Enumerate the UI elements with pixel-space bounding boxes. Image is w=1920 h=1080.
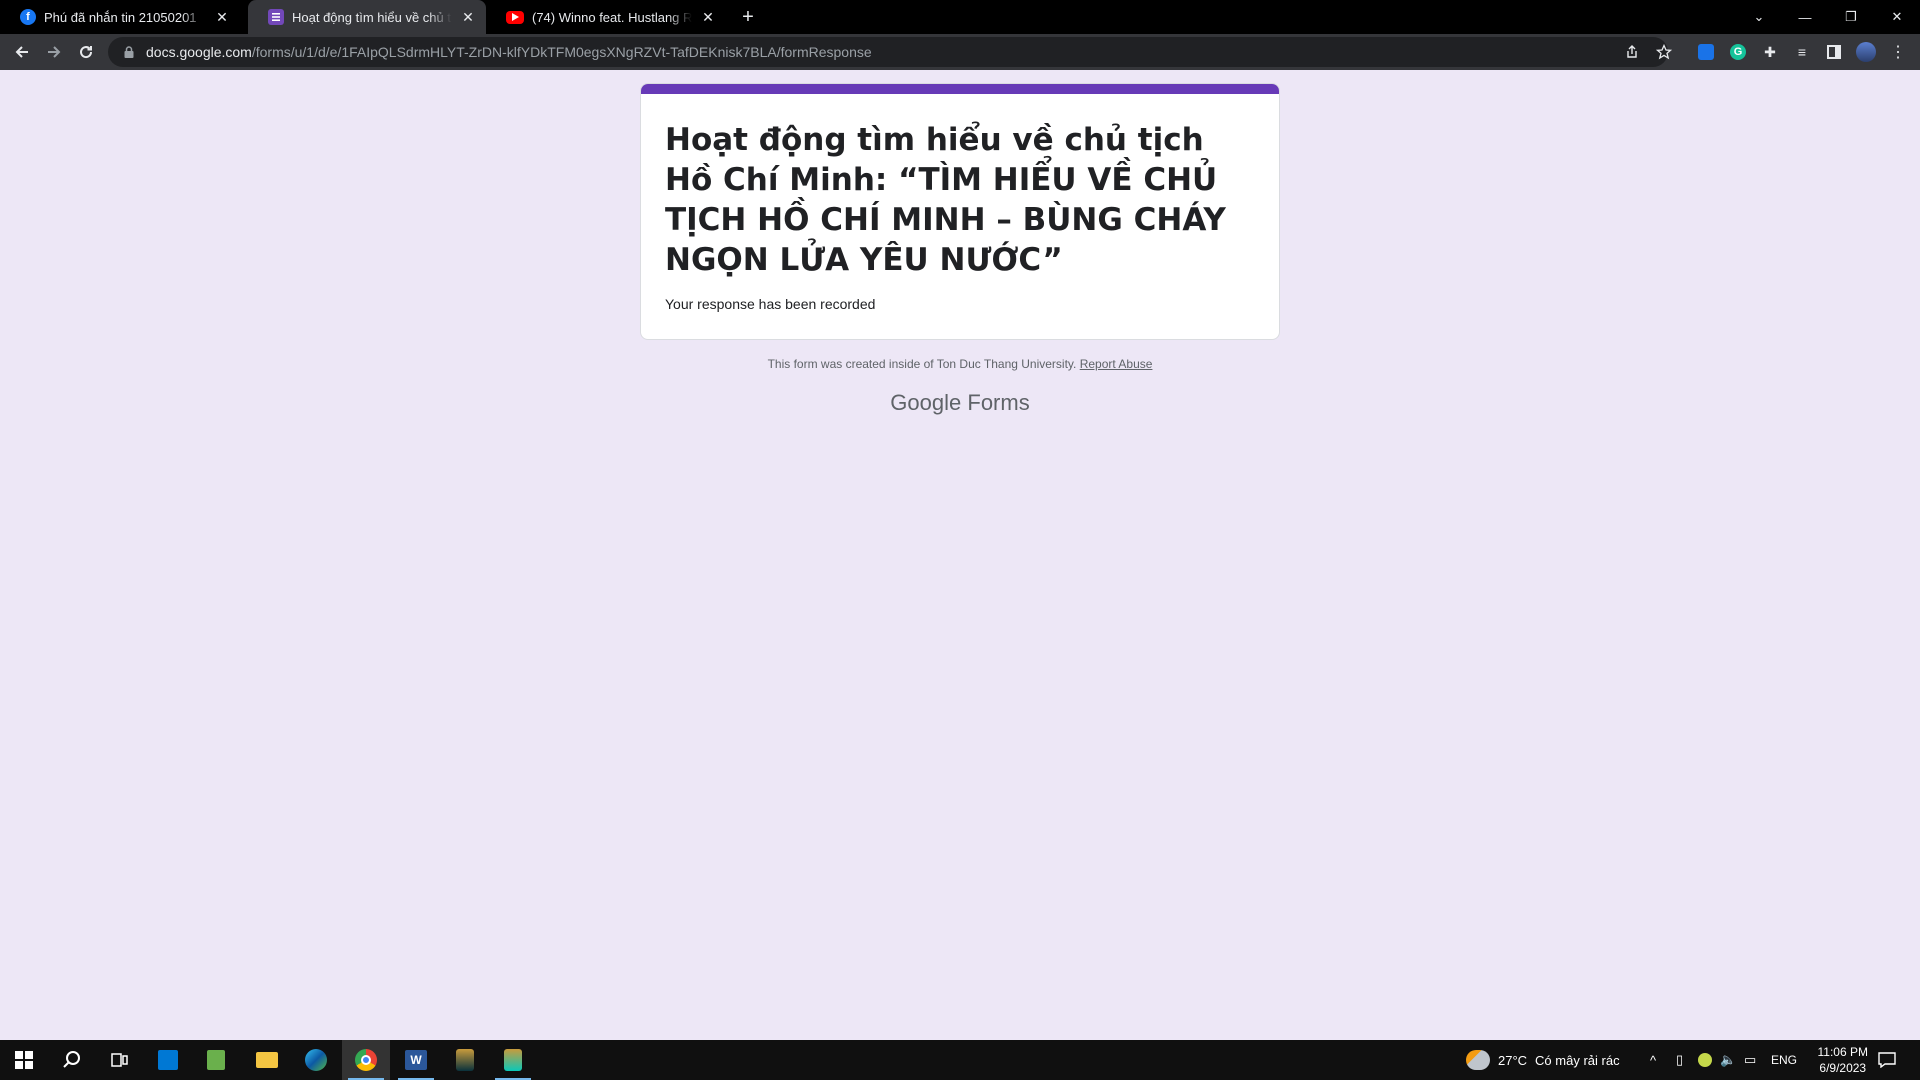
browser-tab-strip: f Phú đã nhắn tin 21050201 ✕ Hoạt động t… xyxy=(0,0,1920,34)
form-footer-note: This form was created inside of Ton Duc … xyxy=(640,357,1280,371)
google-forms-logo[interactable]: Google Forms xyxy=(640,390,1280,416)
browser-menu-icon[interactable]: ⋮ xyxy=(1888,42,1908,62)
close-window-button[interactable]: ✕ xyxy=(1874,0,1920,34)
weather-temperature: 27°C xyxy=(1498,1052,1528,1068)
minimize-button[interactable]: — xyxy=(1782,0,1828,34)
weather-cloudy-icon xyxy=(1466,1050,1490,1070)
store-icon[interactable] xyxy=(144,1040,192,1080)
forms-wordmark: Forms xyxy=(967,390,1030,415)
response-confirmation: Your response has been recorded xyxy=(665,296,876,312)
arrow-right-icon xyxy=(48,46,61,58)
address-bar[interactable]: docs.google.com/forms/u/1/d/e/1FAIpQLSdr… xyxy=(108,37,1668,67)
notification-center-icon[interactable] xyxy=(1878,1040,1896,1080)
word-icon[interactable]: W xyxy=(392,1040,440,1080)
grammarly-extension-icon[interactable]: G xyxy=(1728,42,1748,62)
game-client-icon[interactable] xyxy=(489,1040,537,1080)
footer-text: This form was created inside of Ton Duc … xyxy=(767,357,1077,371)
form-accent-bar xyxy=(641,84,1279,94)
volume-icon[interactable]: 🔈 xyxy=(1720,1040,1736,1080)
google-forms-icon xyxy=(268,9,284,25)
reload-button[interactable] xyxy=(72,38,100,66)
task-view-icon[interactable] xyxy=(96,1040,144,1080)
clock-time: 11:06 PM xyxy=(1817,1045,1868,1059)
browser-toolbar: docs.google.com/forms/u/1/d/e/1FAIpQLSdr… xyxy=(0,34,1920,70)
forward-button[interactable] xyxy=(40,38,68,66)
file-explorer-icon[interactable] xyxy=(243,1040,291,1080)
tab-facebook[interactable]: f Phú đã nhắn tin 21050201 ✕ xyxy=(0,0,240,34)
media-control-icon[interactable]: ≡ xyxy=(1792,42,1812,62)
extensions-puzzle-icon[interactable]: ✚ xyxy=(1760,42,1780,62)
arrow-left-icon xyxy=(15,46,28,58)
start-button[interactable] xyxy=(0,1040,48,1080)
windows-taskbar: W 27°C Có mây rải rác ^ ▯ 🔈 ▭ ENG 11:06 … xyxy=(0,1040,1920,1080)
search-icon[interactable] xyxy=(48,1040,96,1080)
form-title: Hoạt động tìm hiểu về chủ tịch Hồ Chí Mi… xyxy=(665,122,1226,278)
facebook-icon: f xyxy=(20,9,36,25)
water-drop-extension-icon[interactable] xyxy=(1696,42,1716,62)
input-language-indicator[interactable]: ENG xyxy=(1771,1040,1797,1080)
youtube-icon xyxy=(506,10,524,24)
tab-search-icon[interactable]: ⌄ xyxy=(1736,0,1782,34)
report-abuse-link[interactable]: Report Abuse xyxy=(1080,357,1153,371)
tab-title: (74) Winno feat. Hustlang Robber xyxy=(532,9,692,25)
reload-icon xyxy=(80,46,93,59)
tray-app-icon[interactable] xyxy=(1698,1040,1712,1080)
game-launcher-icon[interactable] xyxy=(441,1040,489,1080)
clock[interactable]: 11:06 PM 6/9/2023 xyxy=(1818,1044,1868,1076)
lock-icon xyxy=(124,46,134,58)
network-icon[interactable]: ▭ xyxy=(1744,1040,1756,1080)
tab-title: Hoạt động tìm hiểu về chủ tịch Hồ Chí Mi… xyxy=(292,9,452,25)
notepad-icon[interactable] xyxy=(192,1040,240,1080)
google-wordmark: Google xyxy=(890,390,962,415)
url-text: docs.google.com/forms/u/1/d/e/1FAIpQLSdr… xyxy=(146,44,872,60)
chrome-icon[interactable] xyxy=(342,1040,390,1080)
profile-avatar[interactable] xyxy=(1856,42,1876,62)
weather-description: Có mây rải rác xyxy=(1535,1052,1620,1068)
side-panel-icon[interactable] xyxy=(1824,42,1844,62)
weather-widget[interactable]: 27°C Có mây rải rác xyxy=(1466,1040,1620,1080)
back-button[interactable] xyxy=(8,38,36,66)
clock-date: 6/9/2023 xyxy=(1819,1061,1867,1075)
share-icon[interactable] xyxy=(1620,40,1644,64)
tab-google-forms[interactable]: Hoạt động tìm hiểu về chủ tịch Hồ Chí Mi… xyxy=(248,0,486,34)
tab-title: Phú đã nhắn tin 21050201 xyxy=(44,9,197,25)
restore-button[interactable]: ❐ xyxy=(1828,0,1874,34)
tab-youtube[interactable]: (74) Winno feat. Hustlang Robber ✕ xyxy=(486,0,726,34)
battery-icon[interactable]: ▯ xyxy=(1676,1040,1683,1080)
close-tab-icon[interactable]: ✕ xyxy=(214,9,230,25)
bookmark-star-icon[interactable] xyxy=(1652,40,1676,64)
show-hidden-icons-chevron-icon[interactable]: ^ xyxy=(1650,1040,1656,1080)
new-tab-button[interactable]: + xyxy=(736,5,760,29)
edge-icon[interactable] xyxy=(292,1040,340,1080)
windows-logo-icon xyxy=(15,1051,33,1069)
close-tab-icon[interactable]: ✕ xyxy=(700,9,716,25)
form-response-card: Hoạt động tìm hiểu về chủ tịch Hồ Chí Mi… xyxy=(640,83,1280,340)
close-tab-icon[interactable]: ✕ xyxy=(460,9,476,25)
